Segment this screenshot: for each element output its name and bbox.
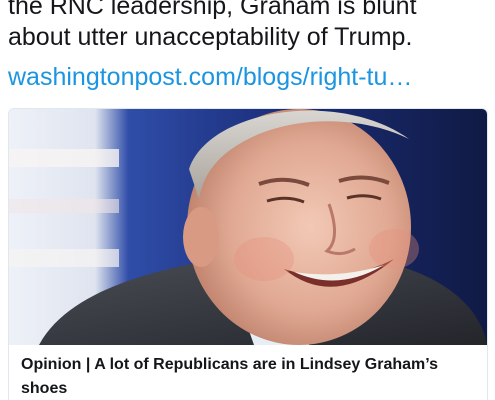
article-link[interactable]: washingtonpost.com/blogs/right-tu… — [8, 62, 412, 93]
link-preview-card[interactable]: Opinion | A lot of Republicans are in Li… — [8, 108, 488, 400]
card-title[interactable]: Opinion | A lot of Republicans are in Li… — [21, 353, 477, 400]
card-photo — [9, 109, 487, 345]
tweet-text-line: about utter unacceptability of Trump. — [8, 23, 413, 51]
tweet-text-line: the RNC leadership, Graham is blunt — [8, 0, 417, 20]
card-image[interactable] — [9, 109, 487, 345]
tweet-text: the RNC leadership, Graham is blunt abou… — [8, 0, 488, 53]
